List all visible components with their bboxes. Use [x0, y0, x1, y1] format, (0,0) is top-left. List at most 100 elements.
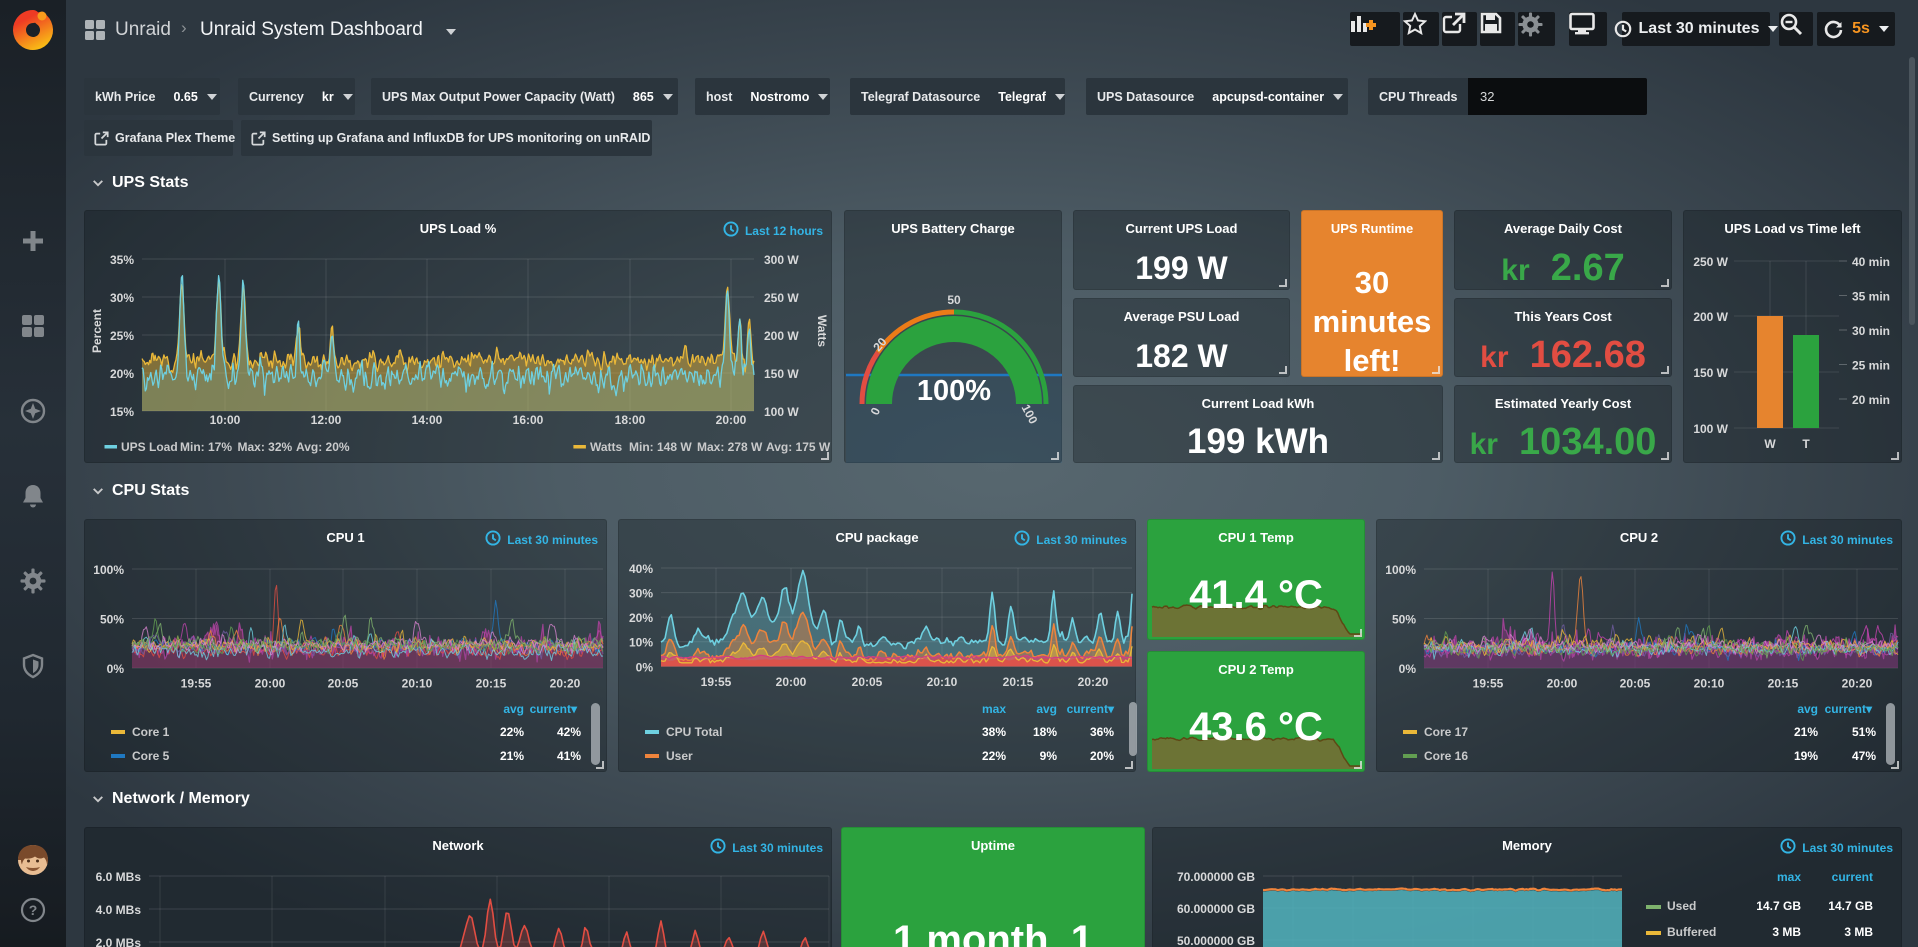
- svg-text:250 W: 250 W: [1693, 255, 1728, 269]
- svg-text:18:00: 18:00: [615, 413, 646, 427]
- svg-text:30%: 30%: [110, 291, 134, 305]
- svg-text:3 MB: 3 MB: [1772, 925, 1801, 939]
- svg-text:70.000000 GB: 70.000000 GB: [1177, 870, 1255, 884]
- svg-text:current▾: current▾: [530, 702, 578, 716]
- svg-text:50: 50: [947, 293, 961, 307]
- svg-text:Core 16: Core 16: [1424, 749, 1468, 763]
- svg-text:20:15: 20:15: [1003, 675, 1034, 689]
- svg-text:100%: 100%: [917, 375, 991, 407]
- svg-text:Min: 17%: Min: 17%: [180, 440, 232, 454]
- svg-text:Watts: Watts: [590, 440, 623, 454]
- svg-text:2.0 MBs: 2.0 MBs: [96, 936, 142, 947]
- svg-text:Core 1: Core 1: [132, 725, 170, 739]
- svg-text:UPS Load: UPS Load: [121, 440, 178, 454]
- svg-text:0%: 0%: [636, 661, 654, 675]
- svg-text:max: max: [1777, 870, 1801, 884]
- svg-text:42%: 42%: [557, 725, 581, 739]
- svg-text:Core 17: Core 17: [1424, 725, 1468, 739]
- svg-text:current: current: [1832, 870, 1873, 884]
- svg-text:30%: 30%: [629, 587, 653, 601]
- svg-text:12:00: 12:00: [311, 413, 342, 427]
- svg-text:19:55: 19:55: [181, 677, 212, 691]
- svg-text:3 MB: 3 MB: [1844, 925, 1873, 939]
- svg-text:20:10: 20:10: [1694, 677, 1725, 691]
- svg-text:300 W: 300 W: [764, 253, 799, 267]
- svg-text:14:00: 14:00: [412, 413, 443, 427]
- svg-text:100%: 100%: [93, 563, 124, 577]
- svg-text:20:00: 20:00: [776, 675, 807, 689]
- svg-text:30 min: 30 min: [1852, 324, 1890, 338]
- svg-text:6.0 MBs: 6.0 MBs: [96, 870, 142, 884]
- svg-text:20:10: 20:10: [927, 675, 958, 689]
- svg-text:22%: 22%: [500, 725, 524, 739]
- svg-text:14.7 GB: 14.7 GB: [1828, 899, 1873, 913]
- svg-text:150 W: 150 W: [1693, 366, 1728, 380]
- svg-text:Avg: 175 W: Avg: 175 W: [766, 440, 831, 454]
- svg-text:40%: 40%: [629, 562, 653, 576]
- svg-text:Watts: Watts: [815, 315, 829, 348]
- svg-text:19%: 19%: [1794, 749, 1818, 763]
- svg-text:14.7 GB: 14.7 GB: [1756, 899, 1801, 913]
- svg-text:16:00: 16:00: [513, 413, 544, 427]
- svg-text:Max: 278 W: Max: 278 W: [697, 440, 763, 454]
- svg-text:4.0 MBs: 4.0 MBs: [96, 903, 142, 917]
- svg-text:41%: 41%: [557, 749, 581, 763]
- svg-text:20:05: 20:05: [328, 677, 359, 691]
- svg-text:150 W: 150 W: [764, 367, 799, 381]
- svg-text:35%: 35%: [110, 253, 134, 267]
- svg-text:100%: 100%: [1385, 563, 1416, 577]
- svg-text:W: W: [1764, 437, 1776, 451]
- svg-text:10%: 10%: [629, 636, 653, 650]
- svg-text:Used: Used: [1667, 899, 1696, 913]
- svg-text:current▾: current▾: [1825, 702, 1873, 716]
- svg-text:avg: avg: [1797, 702, 1818, 716]
- svg-text:T: T: [1802, 437, 1810, 451]
- svg-text:?: ?: [29, 902, 38, 918]
- svg-text:Avg: 20%: Avg: 20%: [296, 440, 350, 454]
- svg-text:20 min: 20 min: [1852, 393, 1890, 407]
- svg-text:avg: avg: [1036, 702, 1057, 716]
- svg-text:20:00: 20:00: [1547, 677, 1578, 691]
- svg-text:250 W: 250 W: [764, 291, 799, 305]
- svg-text:20:15: 20:15: [476, 677, 507, 691]
- svg-text:20:20: 20:20: [1078, 675, 1109, 689]
- svg-text:20%: 20%: [1090, 749, 1114, 763]
- svg-text:Max: 32%: Max: 32%: [238, 440, 293, 454]
- svg-text:21%: 21%: [1794, 725, 1818, 739]
- svg-text:20%: 20%: [110, 367, 134, 381]
- svg-text:CPU Total: CPU Total: [666, 725, 722, 739]
- svg-text:18%: 18%: [1033, 725, 1057, 739]
- svg-text:0%: 0%: [1399, 662, 1417, 676]
- svg-text:21%: 21%: [500, 749, 524, 763]
- svg-text:20%: 20%: [629, 611, 653, 625]
- svg-text:22%: 22%: [982, 749, 1006, 763]
- svg-text:20:10: 20:10: [402, 677, 433, 691]
- svg-text:0%: 0%: [107, 662, 125, 676]
- svg-text:100 W: 100 W: [1693, 422, 1728, 436]
- svg-text:50.000000 GB: 50.000000 GB: [1177, 934, 1255, 947]
- svg-text:20:00: 20:00: [716, 413, 747, 427]
- svg-text:100 W: 100 W: [764, 405, 799, 419]
- svg-text:36%: 36%: [1090, 725, 1114, 739]
- svg-text:15%: 15%: [110, 405, 134, 419]
- svg-text:47%: 47%: [1852, 749, 1876, 763]
- svg-text:35 min: 35 min: [1852, 290, 1890, 304]
- svg-text:25%: 25%: [110, 329, 134, 343]
- svg-text:200 W: 200 W: [764, 329, 799, 343]
- svg-text:20:15: 20:15: [1768, 677, 1799, 691]
- svg-text:40 min: 40 min: [1852, 255, 1890, 269]
- svg-text:25 min: 25 min: [1852, 359, 1890, 373]
- svg-text:51%: 51%: [1852, 725, 1876, 739]
- svg-text:20:20: 20:20: [1842, 677, 1873, 691]
- svg-text:current▾: current▾: [1067, 702, 1115, 716]
- svg-text:9%: 9%: [1040, 749, 1058, 763]
- svg-text:20:20: 20:20: [550, 677, 581, 691]
- svg-text:User: User: [666, 749, 693, 763]
- svg-text:20:00: 20:00: [255, 677, 286, 691]
- svg-text:19:55: 19:55: [701, 675, 732, 689]
- svg-text:60.000000 GB: 60.000000 GB: [1177, 902, 1255, 916]
- svg-text:avg: avg: [503, 702, 524, 716]
- svg-text:20:05: 20:05: [1620, 677, 1651, 691]
- svg-text:38%: 38%: [982, 725, 1006, 739]
- svg-text:Percent: Percent: [90, 309, 104, 353]
